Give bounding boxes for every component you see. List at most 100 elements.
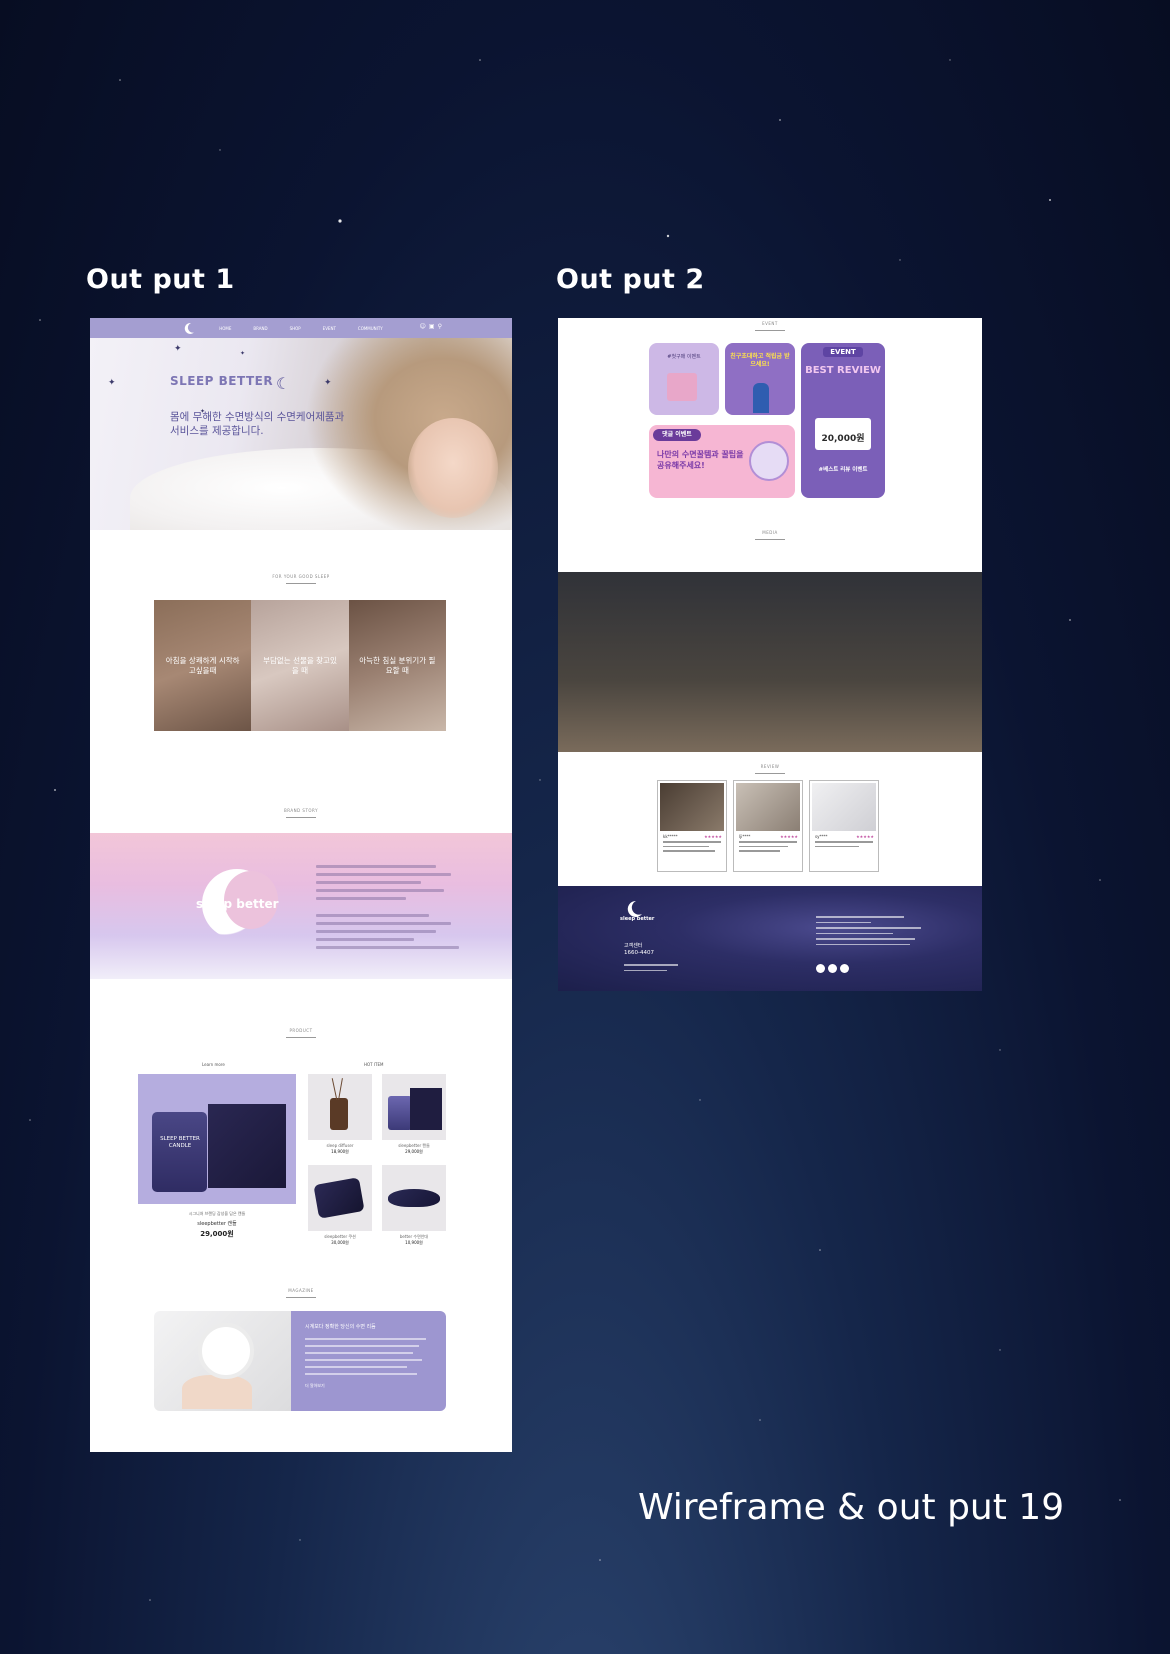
mood-card-bedroom[interactable]: 아늑한 침실 분위기가 필요할 때 (348, 600, 446, 731)
footer-logo-text: sleep better (620, 916, 655, 922)
candle-box-image (208, 1104, 286, 1188)
sleeping-face-image (408, 418, 498, 518)
magazine-card[interactable]: 시계보다 정확한 당신의 수면 리듬 더 알아보기 (154, 1311, 446, 1411)
coupon-amount: 20,000원 (821, 434, 865, 444)
output2-heading: Out put 2 (556, 264, 705, 295)
product-cushion-image[interactable] (308, 1165, 372, 1231)
product-price: 30,000원 (331, 1240, 349, 1245)
event-card-comment[interactable]: 댓글 이벤트 나만의 수면꿀템과 꿀팁을 공유해주세요! (649, 425, 795, 498)
event-card-label: #첫구매 이벤트 (667, 354, 701, 360)
magazine-headline: 시계보다 정확한 당신의 수면 리듬 (305, 1324, 376, 1330)
clock-icon (198, 1323, 254, 1379)
rating-stars: ★★★★★ (704, 834, 722, 839)
star-icon: ✦ (108, 378, 116, 388)
instagram-icon[interactable] (816, 964, 825, 973)
output2-page-mockup: EVENT #첫구매 이벤트 친구초대하고 적립금 받으세요! EVENT BE… (558, 318, 982, 991)
crescent-moon-icon: ☾ (276, 374, 291, 393)
hot-item-label: HOT ITEM (364, 1062, 384, 1067)
output1-page-mockup: HOME BRAND SHOP EVENT COMMUNITY ☺ ▣ ⚲ ✦ … (90, 318, 512, 1452)
featured-price: 29,000원 (200, 1230, 234, 1238)
event-section: EVENT #첫구매 이벤트 친구초대하고 적립금 받으세요! EVENT BE… (558, 318, 982, 572)
product-candle-image[interactable] (382, 1074, 446, 1140)
brand-story-text-block (316, 865, 466, 954)
site-footer: sleep better 고객센터 1660-4407 (558, 886, 982, 991)
coupon-card: 20,000원 (815, 418, 871, 450)
gift-box-icon (667, 373, 697, 401)
section-title-review: REVIEW (558, 764, 982, 774)
page-caption: Wireframe & out put 19 (638, 1487, 1065, 1528)
product-price: 29,000원 (405, 1149, 423, 1154)
product-eyemask-image[interactable] (382, 1165, 446, 1231)
section-title-event: EVENT (558, 321, 982, 331)
event-card-invite-friend[interactable]: 친구초대하고 적립금 받으세요! (725, 343, 795, 415)
cs-phone: 1660-4407 (624, 950, 654, 956)
hero-copy: 몸에 무해한 수면방식의 수면케어제품과 서비스를 제공합니다. (170, 411, 345, 437)
event-card-best-review[interactable]: EVENT BEST REVIEW 20,000원 #베스트 리뷰 이벤트 (801, 343, 885, 498)
best-review-title: BEST REVIEW (805, 365, 881, 376)
user-icon[interactable]: ☺ (420, 323, 426, 330)
mood-card-label: 아늑한 침실 분위기가 필요할 때 (359, 655, 436, 675)
hand-image (182, 1375, 252, 1409)
star-icon: ✦ (240, 350, 246, 357)
facebook-icon[interactable] (828, 964, 837, 973)
cs-hours (624, 964, 678, 975)
social-links (816, 964, 849, 973)
best-review-caption: #베스트 리뷰 이벤트 (818, 467, 868, 473)
youtube-icon[interactable] (840, 964, 849, 973)
section-title-media: MEDIA (558, 530, 982, 540)
nav-item-community[interactable]: COMMUNITY (358, 326, 383, 331)
learn-more-link[interactable]: Learn more (202, 1062, 225, 1067)
product-price: 10,900원 (405, 1240, 423, 1245)
hero-banner: ✦ ✦ ✦ ✦ ✦ ☾ SLEEP BETTER 몸에 무해한 수면방식의 수면… (90, 338, 512, 530)
top-navigation: HOME BRAND SHOP EVENT COMMUNITY ☺ ▣ ⚲ (90, 318, 512, 338)
product-name: sleep diffuser (326, 1143, 354, 1148)
featured-product-image[interactable]: SLEEP BETTER CANDLE (138, 1074, 296, 1204)
product-price: 18,900원 (331, 1149, 349, 1154)
review-card[interactable]: lji**** ★★★★★ (733, 780, 803, 872)
review-card[interactable]: kk***** ★★★★★ (657, 780, 727, 872)
search-icon[interactable]: ⚲ (438, 323, 442, 330)
jar-label: SLEEP BETTER CANDLE (160, 1136, 200, 1149)
review-card[interactable]: sy**** ★★★★★ (809, 780, 879, 872)
hero-brand-text: SLEEP BETTER (170, 374, 274, 388)
rating-stars: ★★★★★ (780, 834, 798, 839)
featured-caption: 시그니처 브랜딩 감성을 담은 캔들 (188, 1211, 246, 1216)
product-diffuser-image[interactable] (308, 1074, 372, 1140)
rating-stars: ★★★★★ (856, 834, 874, 839)
section-title-brand-story: BRAND STORY (90, 808, 512, 818)
nav-item-home[interactable]: HOME (219, 326, 231, 331)
alarm-clock-image (154, 1311, 291, 1411)
comment-event-title: 나만의 수면꿀템과 꿀팁을 공유해주세요! (657, 450, 744, 470)
moon-logo-icon[interactable] (182, 321, 196, 335)
section-title-good-sleep: FOR YOUR GOOD SLEEP (90, 574, 512, 584)
output1-heading: Out put 1 (86, 264, 235, 295)
cs-label: 고객센터 (624, 943, 643, 949)
person-illustration (753, 383, 769, 413)
mood-card-label: 부담없는 선물을 찾고있을 때 (263, 655, 337, 675)
mood-card-gift[interactable]: 부담없는 선물을 찾고있을 때 (251, 600, 349, 731)
mood-card-morning[interactable]: 아침을 상쾌하게 시작하고싶을때 (154, 600, 252, 731)
cart-icon[interactable]: ▣ (429, 323, 435, 330)
review-text (739, 841, 797, 855)
review-text (815, 841, 873, 850)
header-icons: ☺ ▣ ⚲ (420, 323, 442, 330)
mood-card-label: 아침을 상쾌하게 시작하고싶을때 (165, 655, 240, 675)
mood-cards: 아침을 상쾌하게 시작하고싶을때 부담없는 선물을 찾고있을 때 아늑한 침실 … (154, 600, 446, 731)
nav-item-shop[interactable]: SHOP (290, 326, 301, 331)
event-card-label: 친구초대하고 적립금 받으세요! (730, 353, 790, 368)
star-icon: ✦ (174, 344, 182, 354)
review-photo (660, 783, 724, 831)
magazine-more-link[interactable]: 더 알아보기 (305, 1383, 432, 1389)
candle-jar-image (152, 1112, 207, 1192)
review-photo (736, 783, 800, 831)
roulette-wheel-icon (749, 441, 789, 481)
brand-logo-text: sleep better (196, 897, 279, 911)
nav-item-brand[interactable]: BRAND (253, 326, 267, 331)
event-card-first-purchase[interactable]: #첫구매 이벤트 (649, 343, 719, 415)
star-icon: ✦ (324, 378, 332, 388)
nav-item-event[interactable]: EVENT (323, 326, 336, 331)
featured-name: sleepbetter 캔들 (197, 1221, 237, 1227)
review-user: kk***** (663, 834, 678, 839)
media-video-area[interactable] (558, 572, 982, 752)
company-info (816, 916, 926, 949)
